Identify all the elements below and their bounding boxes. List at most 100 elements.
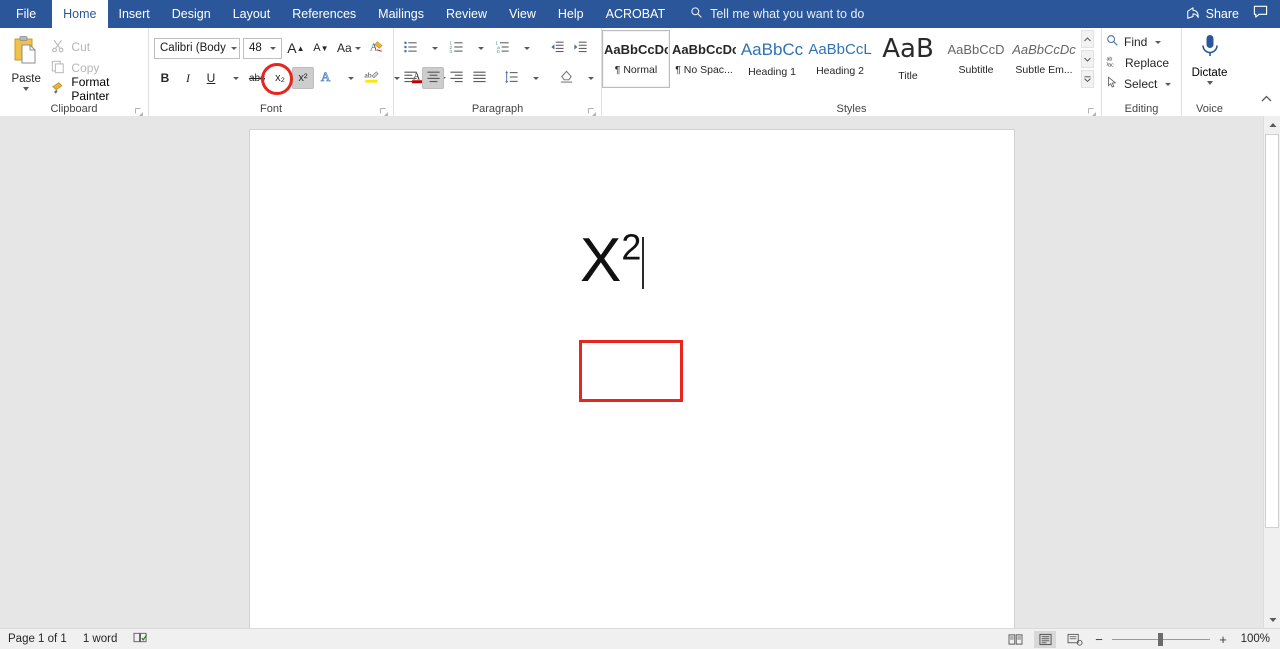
document-page[interactable]: X2 (250, 130, 1014, 628)
word-application-window: File Home Insert Design Layout Reference… (0, 0, 1280, 649)
font-name-caret[interactable] (226, 46, 239, 50)
line-spacing-button[interactable] (500, 67, 522, 89)
proofing-check-icon[interactable] (133, 631, 148, 647)
scroll-up-button[interactable] (1264, 116, 1280, 133)
zoom-slider-thumb[interactable] (1158, 632, 1163, 646)
text-effects-caret[interactable] (338, 67, 360, 89)
line-spacing-caret[interactable] (523, 67, 545, 89)
select-button[interactable]: Select (1106, 75, 1181, 94)
zoom-slider[interactable] (1112, 632, 1210, 646)
style-title[interactable]: AaB Title (874, 30, 942, 88)
shrink-font-button[interactable]: A ▼ (310, 37, 332, 59)
superscript-label: x² (298, 72, 308, 84)
style-subtle-emphasis[interactable]: AaBbCcDc Subtle Em... (1010, 30, 1078, 88)
tab-home[interactable]: Home (52, 0, 108, 28)
paragraph-dialog-launcher[interactable] (588, 104, 597, 116)
numbered-list-icon: 123 (449, 40, 464, 57)
strikethrough-button[interactable]: abc (246, 67, 268, 89)
word-count[interactable]: 1 word (83, 633, 118, 645)
clear-formatting-button[interactable]: A (366, 37, 388, 59)
tab-help[interactable]: Help (547, 0, 595, 28)
voice-group-label: Voice (1196, 103, 1223, 115)
tab-file[interactable]: File (0, 0, 52, 28)
tab-layout[interactable]: Layout (222, 0, 282, 28)
document-text[interactable]: X2 (580, 229, 644, 292)
align-left-button[interactable] (399, 67, 421, 89)
clipboard-dialog-launcher[interactable] (135, 104, 144, 116)
ribbon-group-voice: Dictate Voice (1181, 28, 1237, 116)
read-mode-button[interactable] (1004, 631, 1026, 648)
numbered-list-button[interactable]: 123 (445, 37, 467, 59)
dictate-dropdown-caret[interactable] (1206, 81, 1213, 85)
page-info[interactable]: Page 1 of 1 (8, 633, 67, 645)
style-heading-1[interactable]: AaBbCc Heading 1 (738, 30, 806, 88)
format-painter-button[interactable]: Format Painter (51, 75, 143, 103)
style-no-spacing-preview: AaBbCcDc (672, 42, 736, 56)
text-highlight-button[interactable]: ab (361, 67, 383, 89)
tab-mailings[interactable]: Mailings (367, 0, 435, 28)
find-dropdown-caret[interactable] (1155, 40, 1162, 44)
style-subtitle[interactable]: AaBbCcD Subtitle (942, 30, 1010, 88)
style-heading-2[interactable]: AaBbCcL Heading 2 (806, 30, 874, 88)
comment-icon[interactable] (1253, 4, 1268, 24)
web-layout-button[interactable] (1064, 631, 1086, 648)
align-center-button[interactable] (422, 67, 444, 89)
subscript-button[interactable]: x₂ (269, 67, 291, 89)
cut-button[interactable]: Cut (51, 38, 143, 57)
underline-button[interactable]: U (200, 67, 222, 89)
shading-caret[interactable] (578, 67, 600, 89)
multilevel-list-button[interactable]: 1ab (491, 37, 513, 59)
font-size-caret[interactable] (265, 46, 279, 50)
font-size-combo[interactable]: 48 (243, 37, 282, 59)
bullet-list-button[interactable] (399, 37, 421, 59)
dictate-button[interactable]: Dictate (1182, 28, 1237, 102)
vertical-scrollbar[interactable] (1263, 116, 1280, 628)
share-button[interactable]: Share (1186, 6, 1239, 23)
grow-font-button[interactable]: A ▲ (285, 37, 307, 59)
tab-design[interactable]: Design (161, 0, 222, 28)
styles-scroll-up-button[interactable] (1080, 30, 1094, 48)
zoom-out-button[interactable]: − (1094, 632, 1104, 647)
italic-button[interactable]: I (177, 67, 199, 89)
underline-caret[interactable] (223, 67, 245, 89)
bold-button[interactable]: B (154, 67, 176, 89)
replace-button[interactable]: ab ac Replace (1106, 54, 1181, 73)
tab-view[interactable]: View (498, 0, 547, 28)
justify-button[interactable] (468, 67, 490, 89)
collapse-ribbon-button[interactable] (1259, 92, 1273, 106)
style-normal[interactable]: AaBbCcDc ¶ Normal (602, 30, 670, 88)
zoom-level-label[interactable]: 100% (1236, 633, 1270, 645)
styles-dialog-launcher[interactable] (1088, 104, 1097, 116)
styles-more-button[interactable] (1080, 70, 1094, 88)
tab-references[interactable]: References (281, 0, 367, 28)
paste-dropdown-caret[interactable] (23, 87, 30, 91)
font-dialog-launcher[interactable] (380, 104, 389, 116)
zoom-in-button[interactable]: + (1218, 632, 1228, 647)
font-name-combo[interactable]: Calibri (Body) (154, 37, 240, 59)
multilevel-list-caret[interactable] (514, 37, 536, 59)
align-center-icon (426, 70, 441, 87)
scroll-down-button[interactable] (1264, 611, 1280, 628)
tell-me-search[interactable]: Tell me what you want to do (690, 0, 864, 28)
styles-scroll-down-button[interactable] (1080, 50, 1094, 68)
change-case-button[interactable]: Aa (335, 37, 363, 59)
scrollbar-thumb[interactable] (1265, 134, 1279, 528)
print-layout-button[interactable] (1034, 630, 1056, 648)
tab-review[interactable]: Review (435, 0, 498, 28)
tab-acrobat[interactable]: ACROBAT (595, 0, 677, 28)
align-right-button[interactable] (445, 67, 467, 89)
tab-insert[interactable]: Insert (108, 0, 161, 28)
numbered-list-caret[interactable] (468, 37, 490, 59)
style-no-spacing[interactable]: AaBbCcDc ¶ No Spac... (670, 30, 738, 88)
select-dropdown-caret[interactable] (1165, 82, 1172, 86)
paste-button[interactable]: Paste (5, 33, 47, 103)
text-effects-button[interactable]: A (315, 67, 337, 89)
increase-indent-button[interactable] (569, 37, 591, 59)
shading-button[interactable] (555, 67, 577, 89)
style-title-label: Title (898, 70, 918, 82)
superscript-button[interactable]: x² (292, 67, 314, 89)
document-canvas[interactable]: X2 (0, 116, 1280, 628)
find-button[interactable]: Find (1106, 33, 1181, 52)
decrease-indent-button[interactable] (546, 37, 568, 59)
bullet-list-caret[interactable] (422, 37, 444, 59)
